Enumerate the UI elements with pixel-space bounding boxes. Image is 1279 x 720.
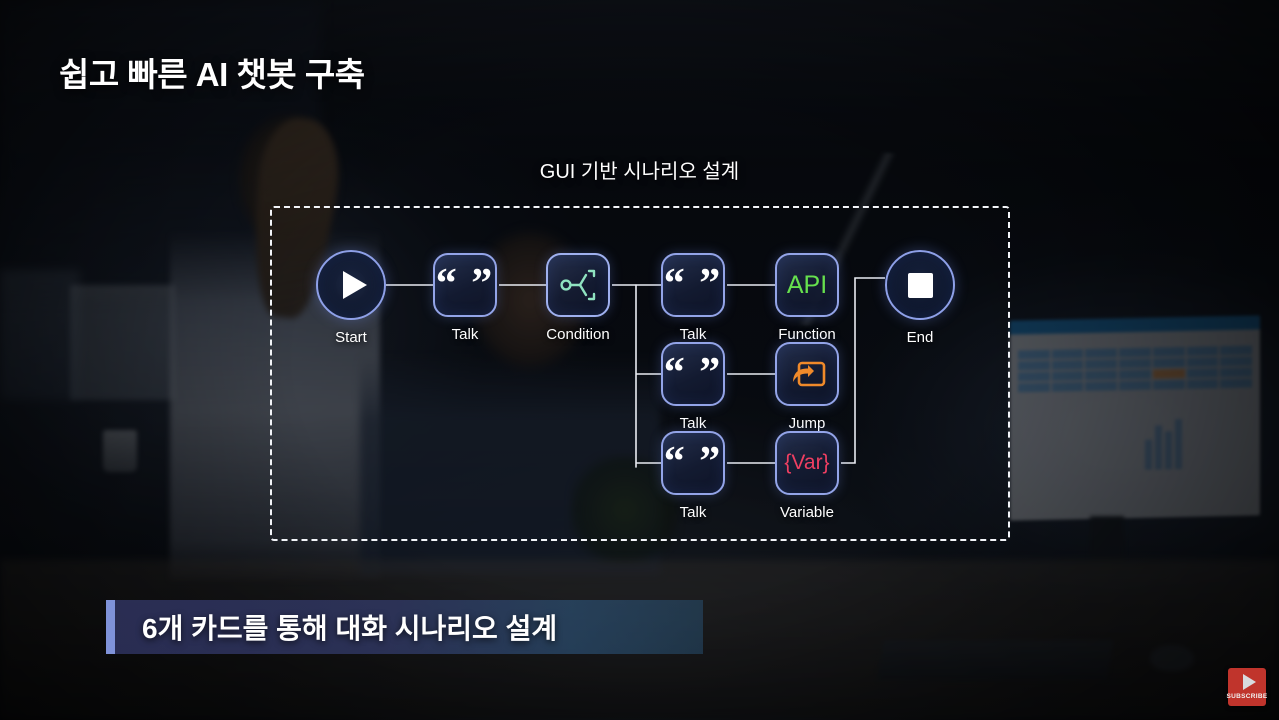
flow-node-label: Talk — [679, 504, 707, 521]
flow-node-label: Talk — [679, 326, 707, 343]
jump-node-shape[interactable] — [775, 342, 839, 406]
slide-root: 쉽고 빠른 AI 챗봇 구축 GUI 기반 시나리오 설계 Start “ ” … — [0, 0, 1279, 720]
start-node-shape[interactable] — [316, 250, 386, 320]
flow-node-label: Talk — [679, 415, 707, 432]
flow-node-talk-3[interactable]: “ ” Talk — [661, 342, 725, 432]
api-icon: API — [786, 270, 828, 299]
variable-braces-icon: {Var} — [784, 451, 830, 474]
talk-node-shape[interactable]: “ ” — [661, 253, 725, 317]
talk-node-shape[interactable]: “ ” — [661, 342, 725, 406]
stop-icon — [907, 272, 933, 298]
flow-node-end[interactable]: End — [885, 250, 955, 346]
function-node-shape[interactable]: API — [775, 253, 839, 317]
jump-arrow-icon — [793, 361, 826, 387]
caption-banner: 6개 카드를 통해 대화 시나리오 설계 — [106, 600, 703, 654]
flow-node-variable[interactable]: {Var} Variable — [775, 431, 839, 521]
quote-icon: “ ” — [663, 350, 723, 397]
play-icon — [342, 271, 367, 299]
end-node-shape[interactable] — [885, 250, 955, 320]
flow-node-condition[interactable]: Condition — [546, 253, 610, 343]
flow-node-label: Talk — [451, 326, 479, 343]
condition-node-shape[interactable] — [546, 253, 610, 317]
talk-node-shape[interactable]: “ ” — [661, 431, 725, 495]
subscribe-watermark[interactable]: SUBSCRIBE — [1226, 668, 1268, 706]
flow-node-talk-1[interactable]: “ ” Talk — [433, 253, 497, 343]
play-icon — [1242, 673, 1256, 690]
variable-node-shape[interactable]: {Var} — [775, 431, 839, 495]
quote-icon: “ ” — [663, 261, 723, 308]
caption-text: 6개 카드를 통해 대화 시나리오 설계 — [142, 613, 558, 644]
page-title: 쉽고 빠른 AI 챗봇 구축 — [59, 56, 365, 93]
flow-node-jump[interactable]: Jump — [775, 342, 839, 432]
section-label: GUI 기반 시나리오 설계 — [539, 161, 740, 183]
quote-icon: “ ” — [435, 261, 495, 308]
flow-node-label: End — [906, 329, 934, 346]
flow-node-label: Start — [335, 329, 367, 346]
branch-icon — [560, 269, 596, 301]
flow-node-label: Variable — [780, 504, 834, 521]
flow-node-function[interactable]: API Function — [775, 253, 839, 343]
flow-node-talk-4[interactable]: “ ” Talk — [661, 431, 725, 521]
flow-node-label: Condition — [546, 326, 610, 343]
flow-node-start[interactable]: Start — [316, 250, 386, 346]
flow-node-label: Function — [778, 326, 836, 343]
caption-accent-bar — [106, 600, 115, 654]
talk-node-shape[interactable]: “ ” — [433, 253, 497, 317]
flow-node-talk-2[interactable]: “ ” Talk — [661, 253, 725, 343]
flow-node-label: Jump — [788, 415, 826, 432]
quote-icon: “ ” — [663, 439, 723, 486]
subscribe-label: SUBSCRIBE — [1226, 692, 1268, 700]
